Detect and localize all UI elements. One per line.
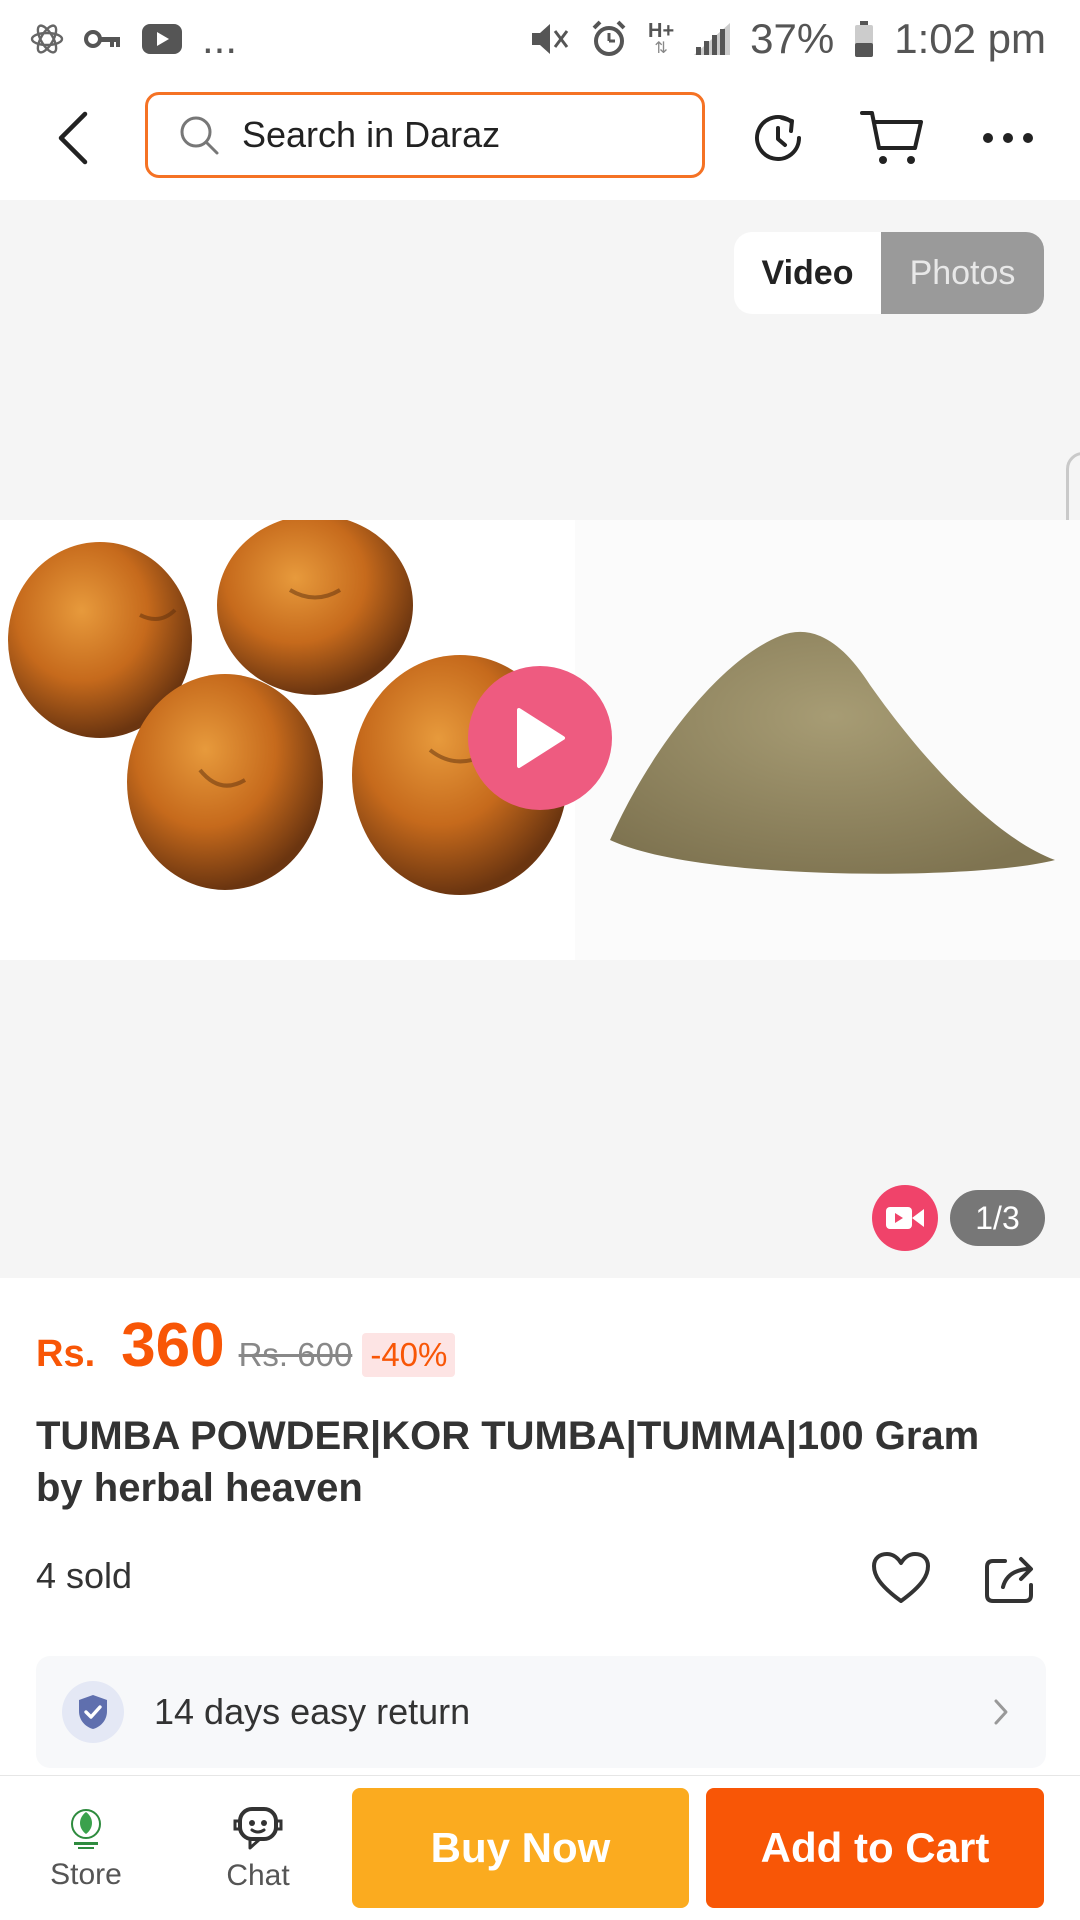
wishlist-button[interactable] <box>866 1545 936 1611</box>
signal-icon <box>694 23 731 55</box>
search-input[interactable]: Search in Daraz <box>145 92 705 178</box>
store-logo-icon <box>71 1808 101 1849</box>
video-camera-badge <box>872 1185 938 1251</box>
store-label: Store <box>50 1857 122 1891</box>
clock: 1:02 pm <box>894 15 1046 62</box>
chat-label: Chat <box>226 1858 290 1892</box>
network-type-icon: H+ ⇅ <box>648 20 675 57</box>
share-button[interactable] <box>976 1545 1046 1611</box>
search-placeholder: Search in Daraz <box>242 114 501 155</box>
tab-photos[interactable]: Photos <box>881 232 1044 314</box>
return-policy-row[interactable]: 14 days easy return <box>36 1656 1046 1768</box>
product-detail-screen: ... H+ ⇅ 37% 1:02 pm Search in Daraz Vid… <box>0 0 1080 1920</box>
product-title: TUMBA POWDER|KOR TUMBA|TUMMA|100 Gram by… <box>36 1414 980 1510</box>
more-icon <box>983 133 1033 143</box>
overflow-notifications: ... <box>202 15 238 62</box>
battery-icon <box>854 21 874 57</box>
play-icon <box>517 708 565 768</box>
tab-video[interactable]: Video <box>734 232 881 314</box>
chat-icon <box>233 1806 283 1849</box>
cart-icon <box>860 111 923 164</box>
heart-icon <box>872 1552 930 1603</box>
current-price: 360 <box>121 1311 225 1380</box>
shield-check-icon <box>62 1681 124 1743</box>
history-icon <box>755 115 801 161</box>
status-right: H+ ⇅ 37% 1:02 pm <box>530 15 1046 63</box>
sold-count: 4 sold <box>36 1555 133 1596</box>
mute-icon <box>530 21 570 57</box>
back-button[interactable] <box>38 100 108 176</box>
chevron-right-icon <box>986 1692 1016 1732</box>
discount-badge: -40% <box>362 1333 456 1377</box>
search-icon <box>180 116 219 155</box>
add-to-cart-button[interactable]: Add to Cart <box>706 1788 1044 1908</box>
youtube-icon <box>142 24 182 54</box>
video-camera-icon <box>886 1207 924 1229</box>
status-left: ... <box>30 15 237 63</box>
chat-button[interactable]: Chat <box>188 1776 328 1920</box>
original-price: Rs. 600 <box>238 1336 353 1373</box>
sold-row: 4 sold <box>36 1545 1046 1625</box>
product-gallery[interactable]: Video Photos 1/3 <box>0 200 1080 1278</box>
currency-label: Rs. <box>36 1333 96 1375</box>
back-icon <box>58 111 88 165</box>
price-row: Rs. 360 Rs. 600 -40% <box>36 1310 456 1390</box>
history-button[interactable] <box>740 100 816 176</box>
top-navigation: Search in Daraz <box>0 78 1080 200</box>
store-button[interactable]: Store <box>16 1776 156 1920</box>
atom-icon <box>30 21 64 57</box>
share-icon <box>985 1557 1033 1603</box>
bottom-action-bar: Store Chat Buy Now Add to Cart <box>0 1775 1080 1920</box>
play-video-button[interactable] <box>468 666 612 810</box>
more-button[interactable] <box>970 100 1046 176</box>
return-policy-label: 14 days easy return <box>154 1691 471 1732</box>
status-bar: ... H+ ⇅ 37% 1:02 pm <box>0 0 1080 78</box>
network-type-label: H+ <box>648 20 675 42</box>
media-toggle: Video Photos <box>734 232 1044 314</box>
alarm-icon <box>590 20 628 58</box>
buy-now-button[interactable]: Buy Now <box>352 1788 689 1908</box>
battery-percent: 37% <box>750 15 835 62</box>
image-counter: 1/3 <box>950 1190 1045 1246</box>
cart-button[interactable] <box>854 100 930 176</box>
vpn-key-icon <box>84 28 122 50</box>
